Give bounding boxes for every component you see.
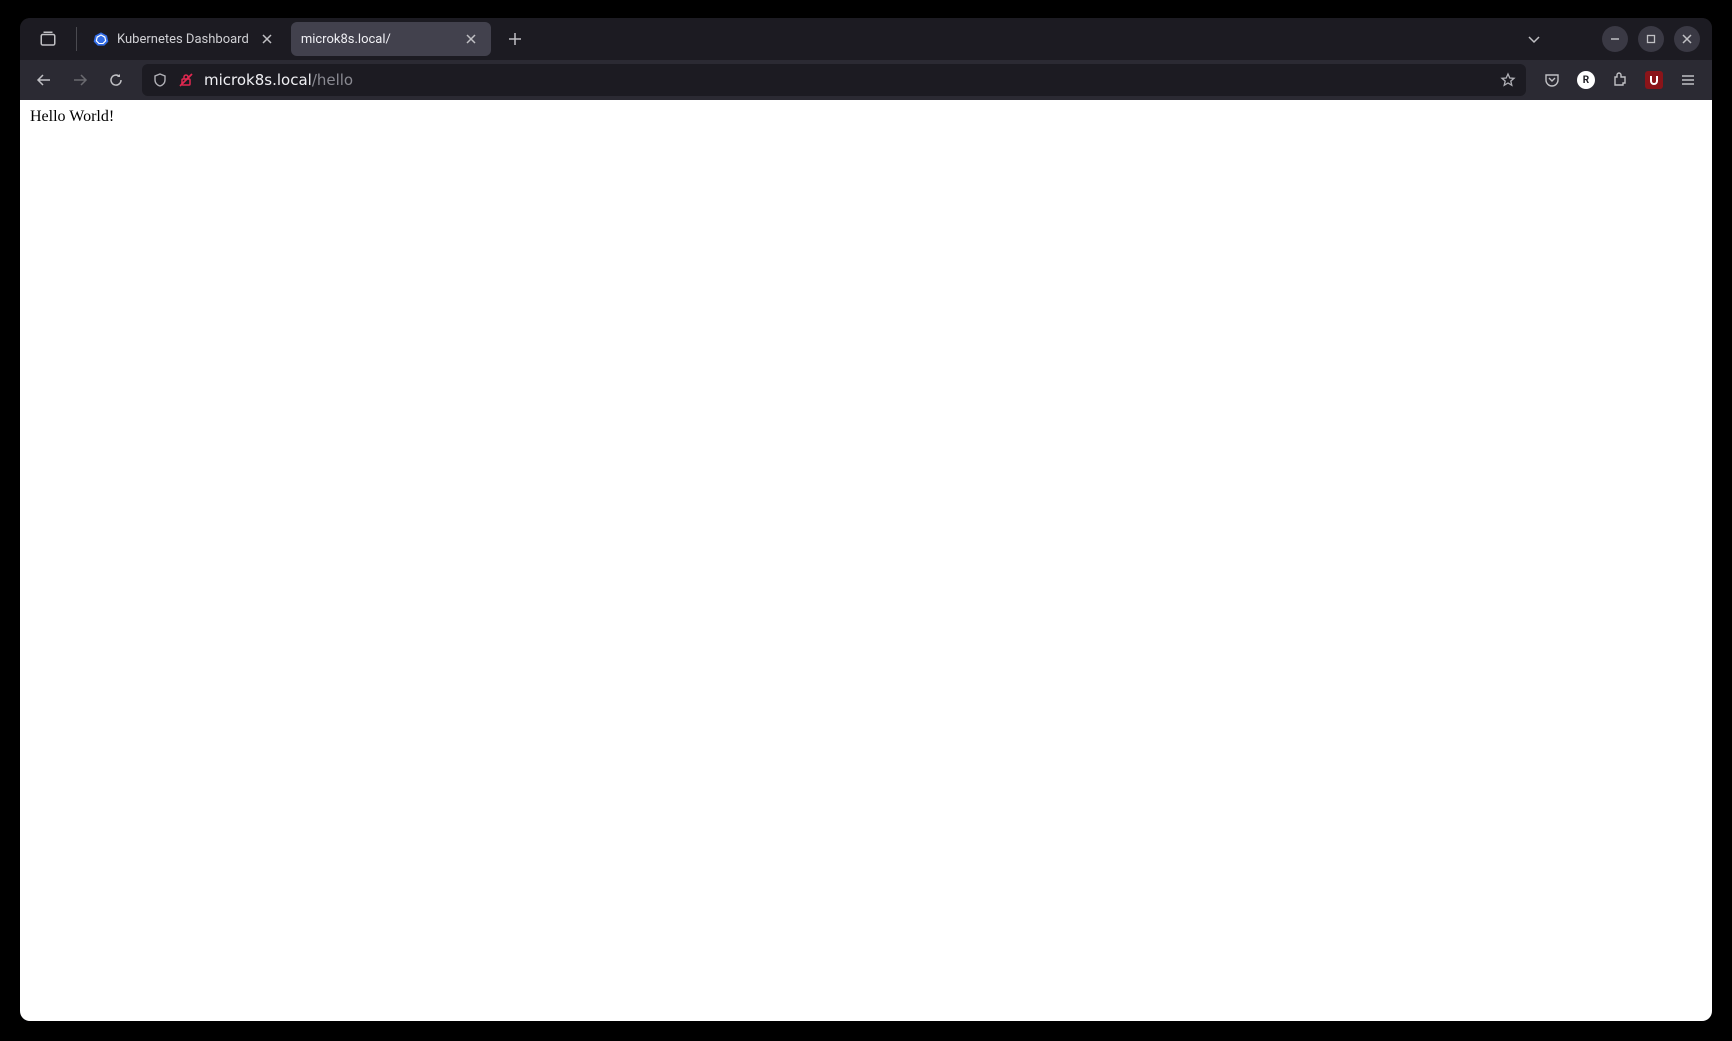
reader-badge: R xyxy=(1577,71,1595,89)
lock-insecure-icon[interactable] xyxy=(178,72,194,88)
chevron-down-icon xyxy=(1527,32,1541,46)
star-icon xyxy=(1500,72,1516,88)
close-icon xyxy=(465,33,477,45)
maximize-icon xyxy=(1646,34,1656,44)
tab-close-button[interactable] xyxy=(461,29,481,49)
reader-extension-button[interactable]: R xyxy=(1570,64,1602,96)
tab-title: Kubernetes Dashboard xyxy=(117,32,249,47)
recent-tabs-icon xyxy=(39,30,57,48)
back-button[interactable] xyxy=(28,64,60,96)
close-icon xyxy=(261,33,273,45)
page-body-text: Hello World! xyxy=(30,108,1702,126)
navigation-toolbar: microk8s.local/hello R xyxy=(20,60,1712,100)
reload-icon xyxy=(108,72,124,88)
arrow-right-icon xyxy=(72,72,88,88)
tab-kubernetes-dashboard[interactable]: Kubernetes Dashboard xyxy=(83,22,287,56)
tab-title: microk8s.local/ xyxy=(301,32,453,47)
extensions-button[interactable] xyxy=(1604,64,1636,96)
page-content: Hello World! xyxy=(20,100,1712,1021)
ublock-badge xyxy=(1645,71,1663,89)
titlebar-left: Kubernetes Dashboard microk8s.local/ xyxy=(20,18,531,60)
forward-button[interactable] xyxy=(64,64,96,96)
kubernetes-icon xyxy=(93,31,109,47)
browser-window: Kubernetes Dashboard microk8s.local/ xyxy=(20,18,1712,1021)
minimize-button[interactable] xyxy=(1602,26,1628,52)
ublock-icon xyxy=(1648,74,1660,86)
reload-button[interactable] xyxy=(100,64,132,96)
puzzle-icon xyxy=(1612,72,1628,88)
pocket-button[interactable] xyxy=(1536,64,1568,96)
titlebar-separator xyxy=(76,27,77,51)
url-path: /hello xyxy=(312,71,353,89)
titlebar-right xyxy=(1518,23,1712,55)
plus-icon xyxy=(508,32,522,46)
app-menu-button[interactable] xyxy=(1672,64,1704,96)
window-controls xyxy=(1602,26,1700,52)
minimize-icon xyxy=(1610,34,1620,44)
close-window-button[interactable] xyxy=(1674,26,1700,52)
shield-icon[interactable] xyxy=(152,72,168,88)
pocket-icon xyxy=(1544,72,1560,88)
close-icon xyxy=(1682,34,1692,44)
new-tab-button[interactable] xyxy=(499,23,531,55)
tab-microk8s-local[interactable]: microk8s.local/ xyxy=(291,22,491,56)
bookmark-star-button[interactable] xyxy=(1500,72,1516,88)
recent-tabs-button[interactable] xyxy=(20,18,76,60)
arrow-left-icon xyxy=(36,72,52,88)
ublock-button[interactable] xyxy=(1638,64,1670,96)
hamburger-icon xyxy=(1680,72,1696,88)
tab-strip: Kubernetes Dashboard microk8s.local/ xyxy=(81,18,531,60)
url-host: microk8s.local xyxy=(204,71,312,89)
toolbar-icons: R xyxy=(1536,64,1704,96)
url-bar[interactable]: microk8s.local/hello xyxy=(142,64,1526,96)
url-text: microk8s.local/hello xyxy=(204,71,1490,89)
titlebar: Kubernetes Dashboard microk8s.local/ xyxy=(20,18,1712,60)
list-all-tabs-button[interactable] xyxy=(1518,23,1550,55)
tab-close-button[interactable] xyxy=(257,29,277,49)
maximize-button[interactable] xyxy=(1638,26,1664,52)
